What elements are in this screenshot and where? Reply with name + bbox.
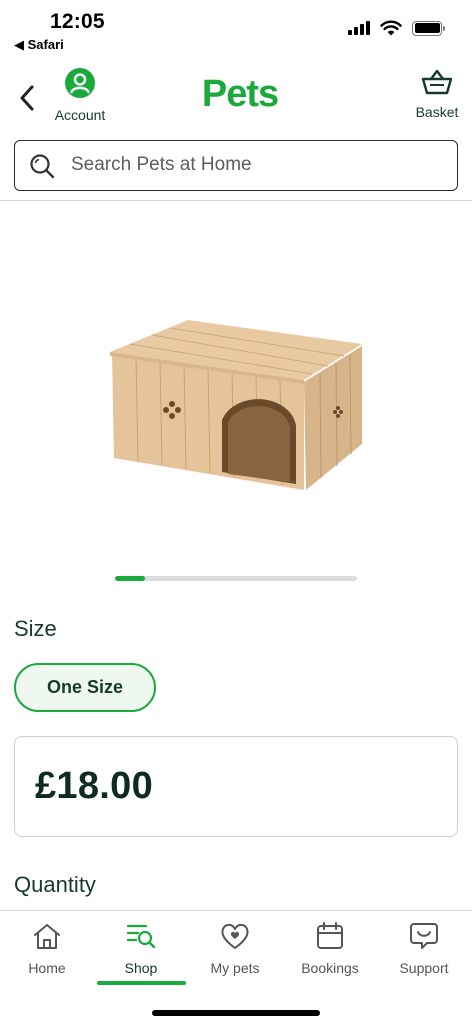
nav-bookings[interactable]: Bookings — [283, 911, 377, 987]
nav-shop[interactable]: Shop — [94, 911, 188, 987]
calendar-icon — [317, 922, 343, 949]
back-to-safari-link[interactable]: ◀ Safari — [14, 37, 64, 53]
bottom-nav: Home Shop My pets Bookings Support — [0, 910, 472, 1024]
basket-button[interactable]: Basket — [410, 68, 464, 120]
quantity-heading: Quantity — [14, 872, 96, 897]
chat-support-icon — [410, 923, 438, 949]
shop-search-icon — [126, 924, 156, 949]
product-image[interactable] — [100, 300, 372, 500]
status-bar: 12:05 ◀ Safari — [0, 0, 472, 58]
product-price: £18.00 — [35, 765, 154, 807]
search-input[interactable] — [71, 141, 441, 189]
nav-my-pets-label: My pets — [210, 960, 260, 976]
heart-icon — [221, 923, 249, 949]
search-bar[interactable] — [14, 140, 458, 191]
home-icon — [34, 924, 60, 949]
active-tab-indicator — [97, 981, 186, 985]
size-option-one-size[interactable]: One Size — [14, 663, 156, 712]
nav-shop-label: Shop — [124, 960, 158, 976]
account-icon — [65, 68, 95, 98]
header-divider — [0, 200, 472, 201]
app-header: Account Pets Basket — [0, 62, 472, 132]
nav-support-label: Support — [399, 960, 449, 976]
cellular-signal-icon — [348, 21, 370, 35]
nav-home-label: Home — [28, 960, 66, 976]
image-carousel-indicator[interactable] — [115, 576, 357, 581]
status-time: 12:05 — [50, 10, 105, 33]
nav-bookings-label: Bookings — [301, 960, 359, 976]
nav-support[interactable]: Support — [377, 911, 471, 987]
nav-home[interactable]: Home — [0, 911, 94, 987]
logo-text: Pets — [202, 73, 278, 115]
pets-logo[interactable]: Pets — [190, 70, 290, 120]
basket-label: Basket — [415, 104, 459, 120]
status-icons — [348, 20, 445, 36]
price-card: £18.00 — [14, 736, 458, 837]
back-chevron-icon[interactable] — [14, 82, 40, 114]
search-icon — [30, 154, 55, 179]
size-heading: Size — [14, 616, 57, 641]
home-indicator-bar[interactable] — [152, 1010, 320, 1016]
battery-icon — [412, 20, 445, 36]
account-label: Account — [54, 107, 106, 123]
basket-icon — [421, 69, 453, 95]
account-button[interactable]: Account — [48, 68, 112, 123]
carousel-progress — [115, 576, 146, 581]
wifi-icon — [380, 20, 402, 36]
nav-my-pets[interactable]: My pets — [188, 911, 282, 987]
